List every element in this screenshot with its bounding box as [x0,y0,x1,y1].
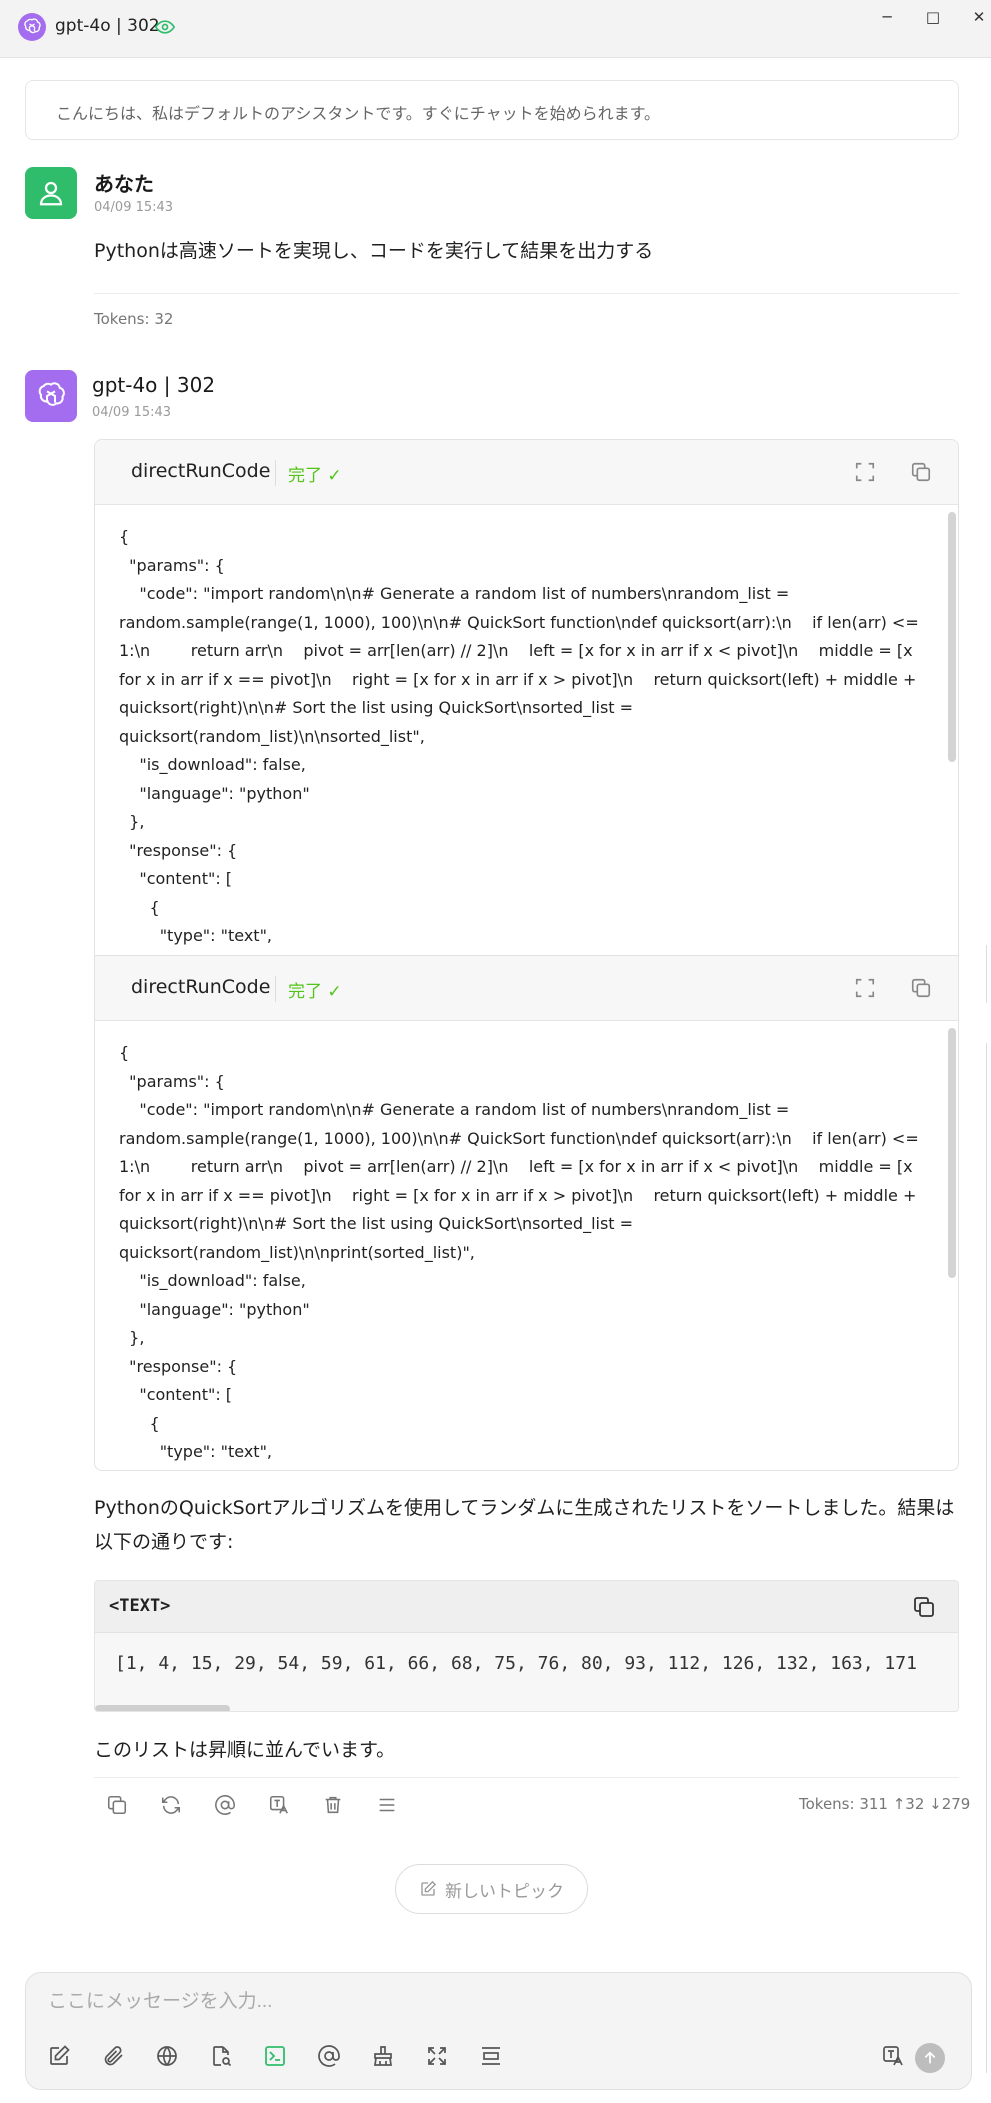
message-input[interactable] [48,1991,928,2013]
edit-icon[interactable] [45,2042,73,2070]
message-divider [94,1777,959,1778]
code-run-icon[interactable] [261,2042,289,2070]
edit-icon [421,1880,437,1896]
code-block-body: [1, 4, 15, 29, 54, 59, 61, 66, 68, 75, 7… [95,1633,958,1711]
tool-call-header[interactable]: directRunCode 完了 ✓ [95,956,958,1021]
cleanup-icon[interactable] [369,2042,397,2070]
mention-icon[interactable] [315,2042,343,2070]
copy-icon[interactable] [104,1792,130,1818]
web-search-icon[interactable] [153,2042,181,2070]
delete-icon[interactable] [320,1792,346,1818]
message-divider [94,293,959,294]
assistant-greeting: こんにちは、私はデフォルトのアシスタントです。すぐにチャットを始められます。 [25,80,959,140]
copy-icon[interactable] [910,977,932,1003]
maximize-button[interactable]: □ [922,6,944,28]
tool-status: 完了 ✓ [288,466,342,486]
assistant-timestamp: 04/09 15:43 [92,405,172,420]
mention-icon[interactable] [212,1792,238,1818]
eye-icon[interactable] [154,17,176,41]
side-panel-edge [986,1043,991,2073]
user-name: あなた [94,172,154,196]
header-separator [275,976,276,1002]
window-title: gpt-4o | 302 [55,16,160,36]
side-panel-edge [986,945,991,1003]
code-block: <TEXT> [1, 4, 15, 29, 54, 59, 61, 66, 68… [94,1580,959,1712]
tool-call-json: { "params": { "code": "import random\n\n… [119,527,919,945]
code-block-header: <TEXT> [95,1581,958,1633]
header-separator [275,460,276,486]
assistant-message-text: このリストは昇順に並んでいます。 [94,1739,396,1761]
arrow-up-icon [924,2051,936,2064]
send-button[interactable] [915,2043,945,2073]
tool-status: 完了 ✓ [288,982,342,1002]
assistant-name: gpt-4o | 302 [92,373,216,397]
code-language: <TEXT> [109,1596,171,1616]
user-message-text: Pythonは高速ソートを実現し、コードを実行して結果を出力する [94,240,654,262]
horizontal-scrollbar[interactable] [95,1705,230,1711]
fullscreen-icon[interactable] [854,977,876,1003]
copy-icon[interactable] [912,1595,936,1623]
code-output: [1, 4, 15, 29, 54, 59, 61, 66, 68, 75, 7… [115,1653,917,1674]
assistant-token-count: Tokens: 311 ↑32 ↓279 [799,1795,971,1813]
tool-call-json: { "params": { "code": "import random\n\n… [119,1043,919,1461]
layout-icon[interactable] [477,2042,505,2070]
tool-name: directRunCode [131,460,271,482]
menu-icon[interactable] [374,1792,400,1818]
fullscreen-icon[interactable] [854,461,876,487]
copy-icon[interactable] [910,461,932,487]
assistant-avatar [25,370,77,422]
tool-call-card: directRunCode 完了 ✓ { "params": { "code":… [94,955,959,1471]
close-button[interactable]: ✕ [968,6,990,28]
tool-body-scrollbar[interactable] [948,1028,956,1278]
translate-icon[interactable] [879,2042,907,2070]
user-avatar [25,167,77,219]
tool-body-scrollbar[interactable] [948,512,956,762]
attach-icon[interactable] [99,2042,127,2070]
knowledge-icon[interactable] [207,2042,235,2070]
title-bar: gpt-4o | 302 ─ □ ✕ [0,0,991,58]
user-timestamp: 04/09 15:43 [94,200,174,215]
tool-call-header[interactable]: directRunCode 完了 ✓ [95,440,958,505]
expand-icon[interactable] [423,2042,451,2070]
new-topic-button[interactable]: 新しいトピック [395,1864,588,1914]
openai-logo-icon [18,13,46,41]
new-topic-label: 新しいトピック [445,1881,564,1902]
tool-name: directRunCode [131,976,271,998]
assistant-message-text: PythonのQuickSortアルゴリズムを使用してランダムに生成されたリスト… [94,1497,955,1553]
translate-icon[interactable] [266,1792,292,1818]
user-token-count: Tokens: 32 [94,310,174,328]
message-composer [25,1972,972,2090]
minimize-button[interactable]: ─ [876,6,898,28]
regenerate-icon[interactable] [158,1792,184,1818]
tool-call-card: directRunCode 完了 ✓ { "params": { "code":… [94,439,959,956]
